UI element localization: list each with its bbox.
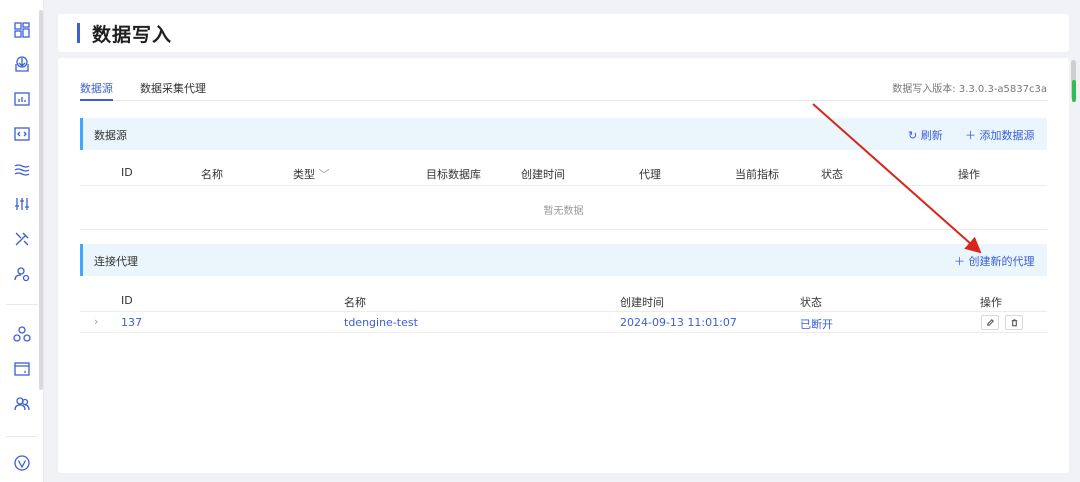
logo-icon[interactable] [11,452,33,474]
edit-icon [986,319,994,326]
chevron-down-icon: ﹀ [318,168,330,181]
sidebar-scrollbar[interactable] [39,10,43,390]
version-text: 数据写入版本: 3.3.0.3-a5837c3a [892,84,1047,95]
create-agent-label: 创建新的代理 [968,255,1035,268]
tools-icon[interactable] [11,228,33,250]
delete-button[interactable] [1005,315,1023,330]
datasource-section-header: 数据源 ↻ 刷新 ＋ 添加数据源 [80,118,1047,150]
org-icon[interactable] [11,323,33,345]
column-header: 操作 [958,168,980,181]
empty-state: 暂无数据 [80,188,1047,230]
edit-button[interactable] [981,315,999,330]
agent-status: 已断开 [800,318,833,331]
agent-created: 2024-09-13 11:01:07 [620,316,737,329]
agent-section-title: 连接代理 [94,255,138,268]
column-header: 创建时间 [620,296,664,309]
plus-icon: ＋ [965,129,976,142]
users-icon[interactable] [11,393,33,415]
column-header: 操作 [980,296,1002,309]
chart-icon[interactable] [11,88,33,110]
add-datasource-button[interactable]: ＋ 添加数据源 [965,127,1035,143]
stream-icon[interactable] [11,158,33,180]
add-datasource-label: 添加数据源 [979,129,1035,142]
agent-section-header: 连接代理 ＋ 创建新的代理 [80,244,1047,276]
agent-table-header: ID 名称 创建时间 状态 操作 [80,288,1047,312]
tab-datasource[interactable]: 数据源 [80,80,113,96]
column-header: ID [121,294,133,307]
column-header: 创建时间 [521,168,565,181]
column-header: 代理 [639,168,661,181]
section-accent-bar [80,244,83,276]
scroll-indicator [1072,80,1076,102]
column-header: 状态 [821,168,843,181]
column-header: 当前指标 [735,168,779,181]
panel-icon[interactable] [11,358,33,380]
table-row[interactable]: › 137 tdengine-test 2024-09-13 11:01:07 … [80,313,1047,333]
chevron-right-icon[interactable]: › [94,315,98,328]
refresh-label: 刷新 [920,129,943,142]
column-header: ID [121,166,133,179]
refresh-icon: ↻ [908,129,918,142]
empty-text: 暂无数据 [543,206,584,217]
user-settings-icon[interactable] [11,263,33,285]
column-header: 名称 [201,168,223,181]
code-icon[interactable] [11,123,33,145]
column-header: 状态 [800,296,822,309]
section-accent-bar [80,118,83,150]
main-panel: 数据源 数据采集代理 数据写入版本: 3.3.0.3-a5837c3a 数据源 … [58,58,1069,473]
trash-icon [1011,319,1017,327]
datasource-section-title: 数据源 [94,129,127,142]
column-header: 名称 [344,296,366,309]
active-tab-indicator [80,99,113,101]
data-in-icon[interactable] [11,54,33,76]
sidebar-divider [6,304,38,305]
agent-id: 137 [121,316,142,329]
datasource-table-header: ID 名称 类型 ﹀ 目标数据库 创建时间 代理 当前指标 状态 操作 [80,160,1047,186]
page-title: 数据写入 [92,24,173,46]
refresh-button[interactable]: ↻ 刷新 [908,127,943,143]
column-header-label: 类型 [293,168,315,181]
title-accent-bar [77,23,80,43]
sidebar [0,0,44,482]
agent-name[interactable]: tdengine-test [344,316,418,329]
create-agent-button[interactable]: ＋ 创建新的代理 [954,253,1035,269]
page-header: 数据写入 [58,14,1069,52]
plus-icon: ＋ [954,255,965,268]
column-header-type[interactable]: 类型 ﹀ [293,166,330,182]
dashboard-icon[interactable] [11,19,33,41]
cluster-icon[interactable] [11,193,33,215]
sidebar-divider [6,436,38,437]
tab-agent[interactable]: 数据采集代理 [140,80,206,96]
column-header: 目标数据库 [426,168,481,181]
